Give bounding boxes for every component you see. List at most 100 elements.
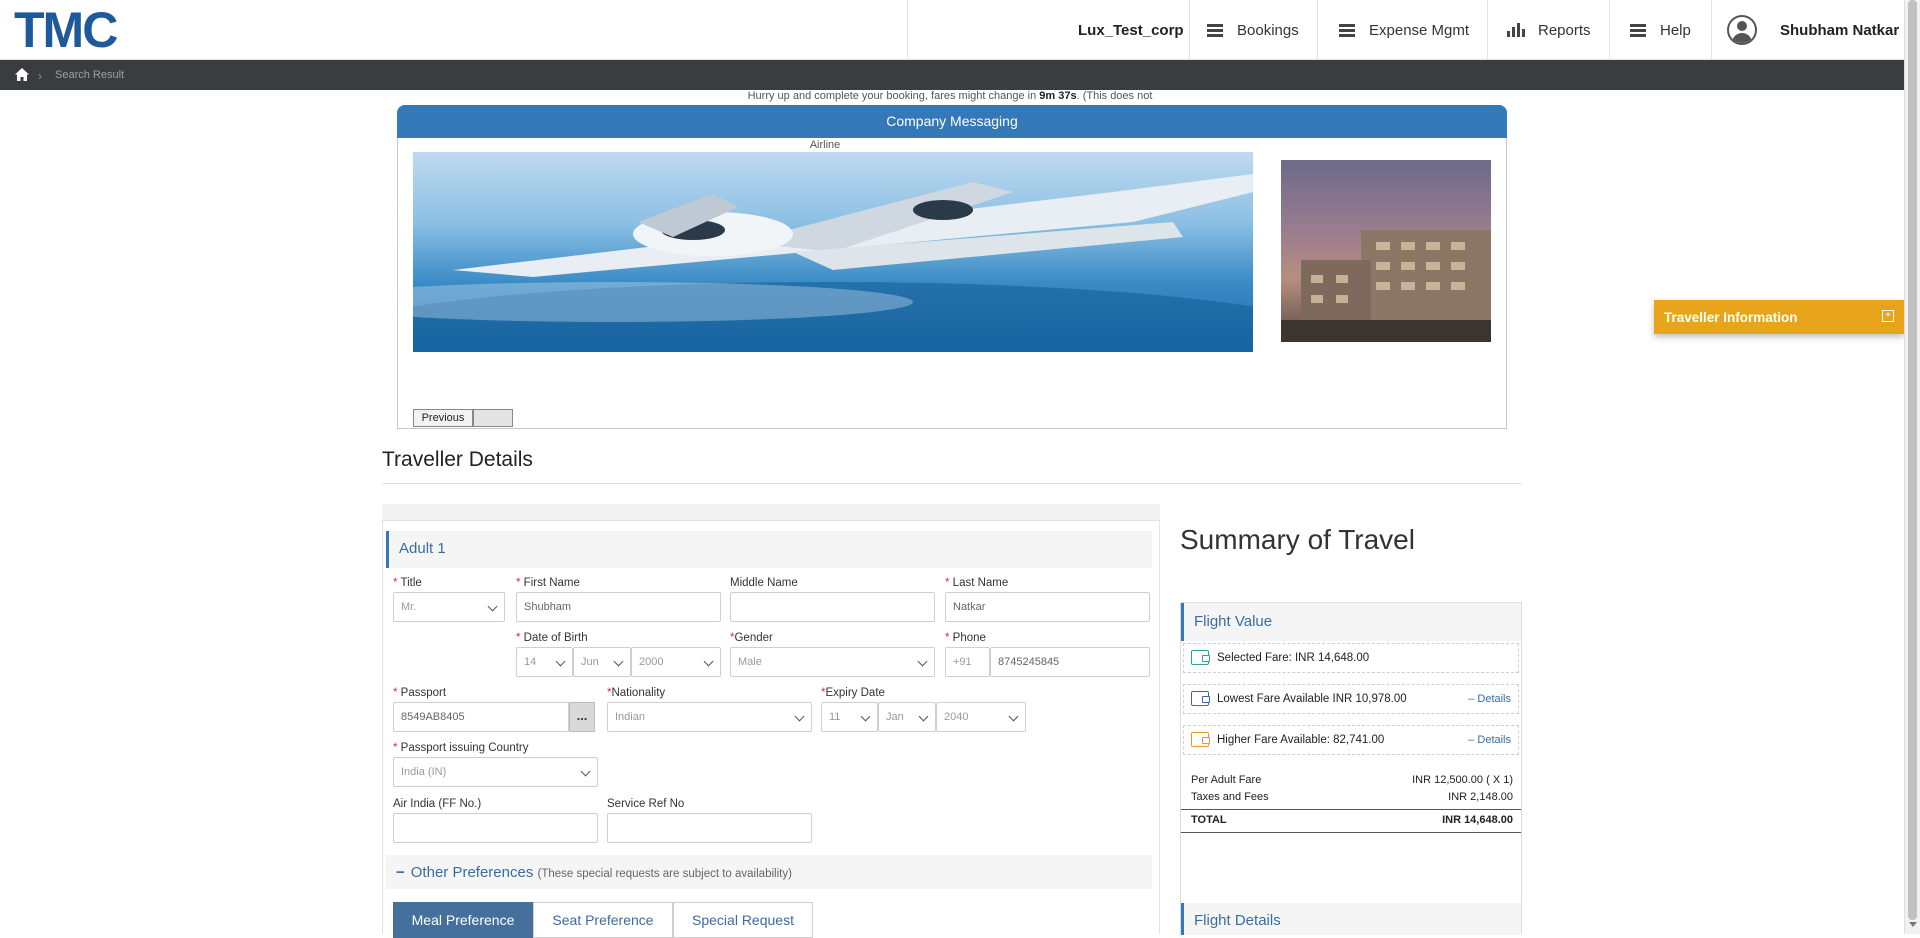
nav-divider [1189,0,1190,60]
nav-divider [1711,0,1712,60]
per-adult-label: Per Adult Fare [1191,774,1262,786]
hotel-building-image [1281,160,1491,342]
scrollbar-thumb[interactable] [1908,0,1917,920]
booking-timer-notice: Hurry up and complete your booking, fare… [747,90,1153,102]
flight-details-title: Flight Details [1194,912,1281,929]
summary-panel: Flight Value Selected Fare: INR 14,648.0… [1180,602,1522,935]
scroll-down-arrow-icon[interactable] [1909,922,1917,927]
top-header: TMC Lux_Test_corp Bookings Expense Mgmt … [0,0,1904,60]
nationality-label: *Nationality [607,687,666,699]
taxes-label: Taxes and Fees [1191,791,1269,803]
nav-bookings[interactable]: Bookings [1207,0,1299,60]
middle-name-label: Middle Name [730,577,798,589]
home-icon[interactable] [15,68,29,81]
service-ref-input[interactable] [607,813,812,843]
lowest-fare-details-link[interactable]: – Details [1468,693,1511,705]
dob-day-select[interactable]: 14 [516,647,573,677]
higher-fare-text: Higher Fare Available: 82,741.00 [1217,734,1385,746]
ff-number-label: Air India (FF No.) [393,798,482,810]
lowest-fare-row: Lowest Fare Available INR 10,978.00 – De… [1183,684,1519,714]
breadcrumb-current: Search Result [55,69,125,81]
breadcrumb: › Search Result [0,60,1904,90]
last-name-label: * Last Name [945,577,1009,589]
passport-label: * Passport [393,687,447,699]
form-top-strip [382,504,1160,520]
dob-year-select[interactable]: 2000 [631,647,721,677]
traveller-form: Adult 1 * Title Mr. * First Name Shubham… [382,520,1160,938]
phone-label: * Phone [945,632,986,644]
higher-fare-row: Higher Fare Available: 82,741.00 – Detai… [1183,725,1519,755]
tab-seat-preference[interactable]: Seat Preference [533,902,673,938]
nav-divider [1487,0,1488,60]
carousel-next-button[interactable] [473,409,513,427]
nav-help[interactable]: Help [1630,0,1691,60]
nav-expense-label: Expense Mgmt [1369,21,1470,39]
passport-country-select[interactable]: India (IN) [393,757,598,787]
adult-title: Adult 1 [399,540,446,557]
section-divider [382,483,1522,484]
wallet-icon [1191,732,1210,747]
total-row: TOTAL INR 14,648.00 [1191,814,1513,826]
summary-title: Summary of Travel [1180,524,1415,555]
user-name[interactable]: Shubham Natkar [1780,0,1899,60]
title-label: * Title [393,577,422,589]
other-preferences-title: Other Preferences [410,864,534,881]
nav-divider [1609,0,1610,60]
traveller-details-title: Traveller Details [382,448,533,471]
gender-select[interactable]: Male [730,647,935,677]
page-scrollbar[interactable] [1904,0,1920,934]
flight-value-title: Flight Value [1194,613,1273,630]
carousel-image-label: Airline [809,139,841,151]
expiry-day-select[interactable]: 11 [821,702,878,732]
gender-label: *Gender [730,632,773,644]
traveller-information-label: Traveller Information [1664,310,1798,325]
phone-code-input[interactable]: +91 [945,647,990,677]
expiry-year-select[interactable]: 2040 [936,702,1026,732]
expiry-month-select[interactable]: Jan [878,702,936,732]
user-avatar-icon[interactable] [1727,15,1757,45]
total-value: INR 14,648.00 [1442,814,1513,826]
company-messaging-panel: Company Messaging Airline Previous [397,105,1507,429]
nav-divider [1317,0,1318,60]
carousel-previous-button[interactable]: Previous [413,409,473,427]
expiry-label: *Expiry Date [821,687,885,699]
last-name-input[interactable]: Natkar [945,592,1150,622]
dob-label: * Date of Birth [516,632,588,644]
adult-header: Adult 1 [386,531,1152,568]
service-ref-label: Service Ref No [607,798,685,810]
menu-icon [1630,23,1646,37]
flight-details-header[interactable]: Flight Details [1181,903,1521,935]
passport-lookup-button[interactable]: ... [569,702,595,732]
timer-value: 9m 37s [1039,90,1077,102]
expand-plus-icon[interactable]: + [1882,310,1894,322]
passport-country-label: * Passport issuing Country [393,742,529,754]
nav-reports[interactable]: Reports [1507,0,1591,60]
wallet-icon [1191,691,1210,706]
first-name-input[interactable]: Shubham [516,592,721,622]
lowest-fare-text: Lowest Fare Available INR 10,978.00 [1217,693,1407,705]
ff-number-input[interactable] [393,813,598,843]
tab-special-request[interactable]: Special Request [673,902,813,938]
taxes-row: Taxes and Fees INR 2,148.00 [1191,791,1513,803]
airline-banner-image [413,152,1253,352]
phone-input[interactable]: 8745245845 [990,647,1150,677]
dob-month-select[interactable]: Jun [573,647,631,677]
title-select[interactable]: Mr. [393,592,505,622]
middle-name-input[interactable] [730,592,935,622]
menu-icon [1339,23,1355,37]
other-preferences-header[interactable]: − Other Preferences (These special reques… [386,855,1152,889]
flight-value-header: Flight Value [1181,603,1521,641]
higher-fare-details-link[interactable]: – Details [1468,734,1511,746]
tab-meal-preference[interactable]: Meal Preference [393,902,533,938]
passport-input[interactable]: 8549AB8405 [393,702,569,732]
nav-bookings-label: Bookings [1237,21,1299,39]
per-adult-value: INR 12,500.00 ( X 1) [1412,774,1513,786]
traveller-information-widget[interactable]: Traveller Information + [1654,300,1904,334]
nationality-select[interactable]: Indian [607,702,812,732]
company-messaging-title: Company Messaging [397,105,1507,138]
collapse-icon[interactable]: − [396,864,405,881]
tmc-logo[interactable]: TMC [14,5,118,55]
total-divider [1181,809,1521,810]
nav-expense-mgmt[interactable]: Expense Mgmt [1339,0,1469,60]
per-adult-fare-row: Per Adult Fare INR 12,500.00 ( X 1) [1191,774,1513,786]
